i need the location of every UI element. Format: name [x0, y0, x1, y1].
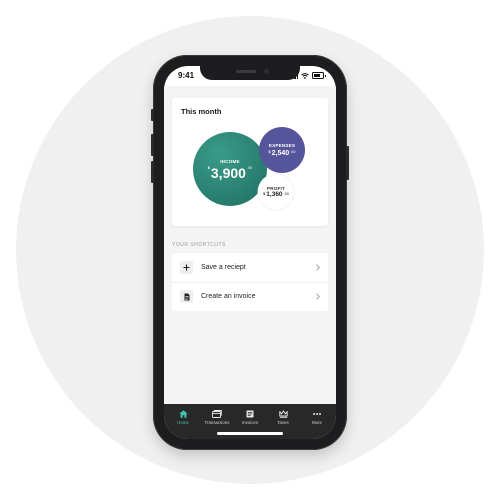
- shortcut-create-invoice[interactable]: Create an invoice: [172, 282, 328, 311]
- cards-icon: [212, 410, 222, 418]
- mute-switch: [151, 109, 154, 121]
- chevron-right-icon: [316, 264, 320, 271]
- volume-up-button: [151, 134, 154, 156]
- monthly-summary-card[interactable]: This month INCOME $ 3,900 .00 EXPENSES $…: [172, 98, 328, 226]
- crown-icon: [278, 410, 288, 418]
- expenses-label: EXPENSES: [268, 143, 296, 148]
- expenses-amount: $ 2,540 .00: [269, 150, 296, 157]
- profit-bubble[interactable]: PROFIT $ 1,360 .00: [258, 174, 294, 210]
- income-bubble[interactable]: INCOME $ 3,900 .00: [193, 132, 267, 206]
- tab-label: Home: [177, 420, 189, 425]
- home-icon: [178, 410, 188, 418]
- tab-label: Transactions: [204, 420, 230, 425]
- chevron-right-icon: [316, 293, 320, 300]
- status-time: 9:41: [178, 71, 195, 80]
- expenses-cents: .00: [290, 150, 296, 154]
- plus-icon: [180, 261, 193, 274]
- volume-down-button: [151, 161, 154, 183]
- profit-label: PROFIT: [266, 185, 286, 191]
- tab-label: More: [311, 420, 322, 425]
- tab-label: Taxes: [277, 420, 289, 425]
- card-title: This month: [181, 107, 222, 116]
- main-content: This month INCOME $ 3,900 .00 EXPENSES $…: [164, 86, 336, 404]
- profit-currency: $: [263, 191, 266, 196]
- tab-invoices[interactable]: Invoices: [233, 410, 267, 425]
- profit-cents: .00: [283, 191, 289, 196]
- shortcuts-section-label: YOUR SHORTCUTS: [172, 242, 226, 248]
- shortcut-save-receipt[interactable]: Save a reciept: [172, 253, 328, 283]
- tab-home[interactable]: Home: [166, 410, 200, 425]
- shortcut-label: Save a reciept: [201, 264, 246, 271]
- phone-screen: 9:41 This month INCOME $ 3,900 .00 EXPEN…: [164, 66, 336, 439]
- profit-amount: $ 1,360 .00: [263, 190, 289, 199]
- tab-transactions[interactable]: Transactions: [200, 410, 234, 425]
- tab-label: Invoices: [241, 420, 259, 425]
- wifi-icon: [301, 72, 309, 79]
- expenses-bubble[interactable]: EXPENSES $ 2,540 .00: [259, 127, 305, 173]
- tab-taxes[interactable]: Taxes: [266, 410, 300, 425]
- speaker-grille: [236, 70, 256, 73]
- front-camera: [264, 69, 269, 74]
- expenses-currency: $: [268, 150, 271, 154]
- income-currency: $: [207, 165, 210, 170]
- shortcuts-list: Save a reciept Create an invoice: [172, 253, 328, 311]
- battery-icon: [312, 72, 326, 79]
- expenses-value: 2,540: [271, 150, 290, 157]
- power-button: [346, 146, 349, 180]
- income-amount: $ 3,900 .00: [208, 166, 252, 180]
- home-indicator[interactable]: [217, 432, 283, 435]
- document-icon: [180, 290, 193, 303]
- shortcut-label: Create an invoice: [201, 293, 256, 300]
- tab-more[interactable]: More: [300, 410, 334, 425]
- notch: [200, 66, 300, 80]
- more-icon: [313, 413, 321, 415]
- profit-value: 1,360: [266, 190, 283, 198]
- income-label: INCOME: [220, 158, 240, 164]
- income-value: 3,900: [210, 164, 246, 181]
- income-cents: .00: [246, 165, 253, 170]
- invoice-icon: [246, 410, 254, 418]
